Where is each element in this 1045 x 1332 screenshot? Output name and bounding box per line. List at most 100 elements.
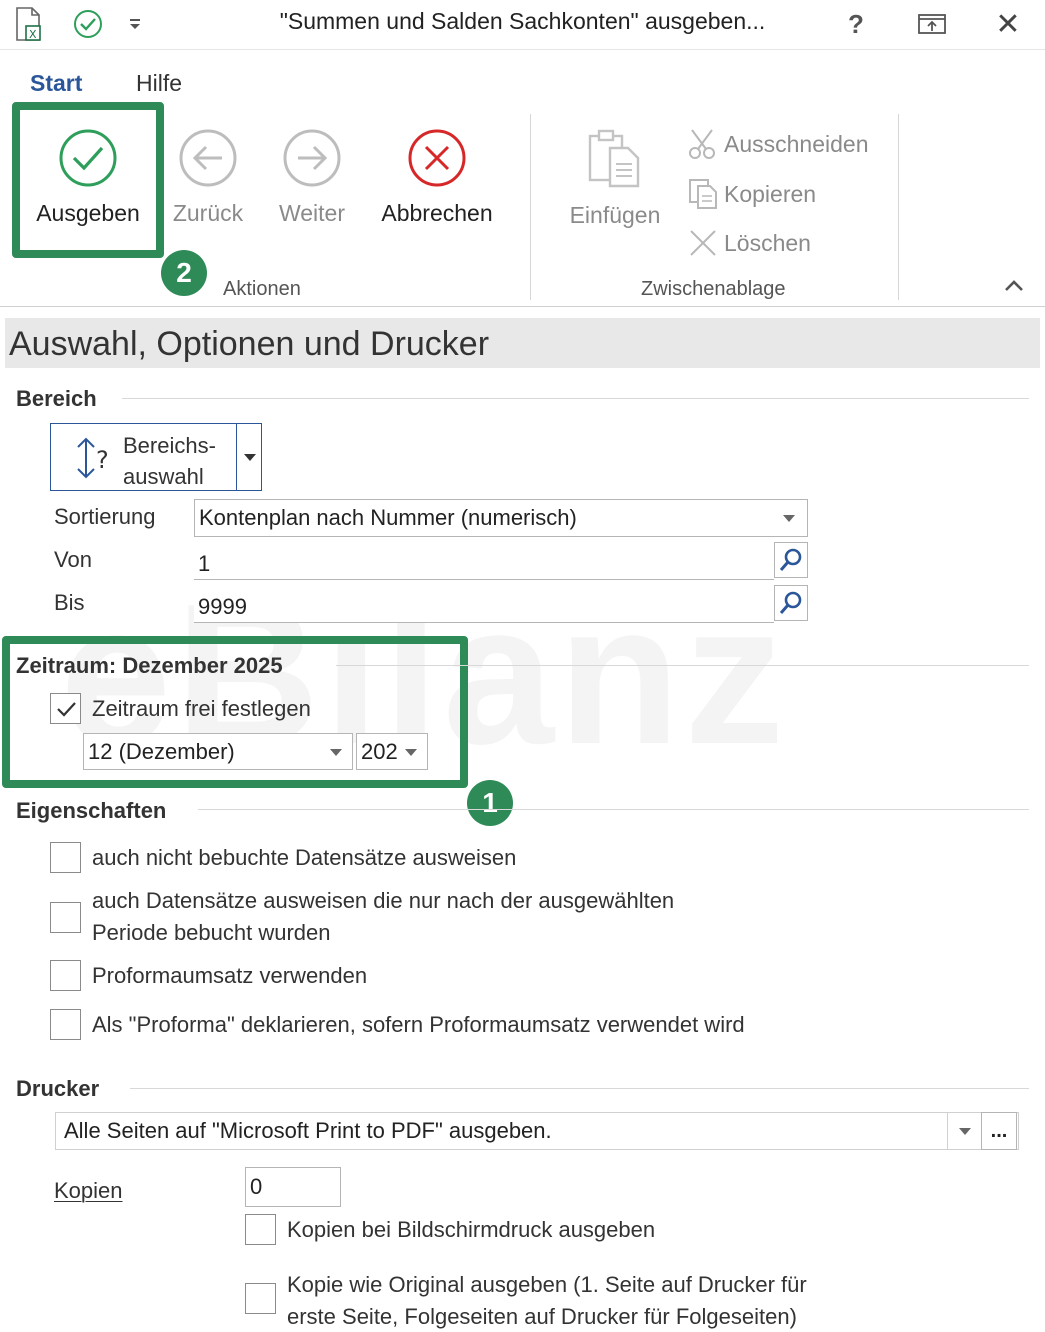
window-title: "Summen und Salden Sachkonten" ausgeben.…	[279, 8, 766, 34]
svg-text:?: ?	[96, 446, 109, 474]
abbrechen-button[interactable]: Abbrechen	[372, 128, 502, 227]
chevron-down-icon	[330, 749, 342, 756]
bis-label: Bis	[54, 590, 85, 615]
arrow-right-circle-icon	[283, 129, 341, 187]
chevron-down-icon	[405, 749, 417, 756]
group-title-eigenschaften: Eigenschaften	[16, 798, 167, 823]
search-icon	[779, 548, 802, 571]
month-select[interactable]: 12 (Dezember)	[83, 733, 353, 770]
weiter-button[interactable]: Weiter	[264, 128, 360, 227]
kopie-wie-original-label: Kopie wie Original ausgeben (1. Seite au…	[287, 1269, 807, 1332]
divider	[336, 665, 1029, 666]
range-question-icon: ?	[77, 437, 109, 479]
option-nach-periode-line1: auch Datensätze ausweisen die nur nach d…	[92, 888, 675, 913]
year-value: 202	[361, 738, 398, 764]
ausgeben-button[interactable]: Ausgeben	[24, 128, 152, 227]
step-badge-2: 2	[161, 250, 207, 296]
option-proforma-deklarieren-checkbox[interactable]	[50, 1009, 81, 1040]
einfuegen-button[interactable]: Einfügen	[560, 128, 670, 229]
ribbon-separator	[898, 114, 899, 300]
kopien-value: 0	[250, 1174, 263, 1199]
option-proformaumsatz-checkbox[interactable]	[50, 960, 81, 991]
printer-more-button[interactable]: ...	[981, 1112, 1017, 1150]
kopien-bildschirmdruck-checkbox[interactable]	[245, 1214, 276, 1245]
option-nach-periode-label: auch Datensätze ausweisen die nur nach d…	[92, 885, 674, 949]
chevron-down-icon	[958, 1127, 971, 1135]
help-button[interactable]: ?	[836, 4, 876, 44]
ausschneiden-button[interactable]: Ausschneiden	[688, 128, 869, 160]
month-value: 12 (Dezember)	[88, 738, 235, 764]
collapse-ribbon-icon[interactable]	[1002, 278, 1026, 299]
kopie-wie-original-line2: erste Seite, Folgeseiten auf Drucker für…	[287, 1304, 797, 1329]
close-button[interactable]: ✕	[988, 4, 1028, 44]
zurueck-label: Zurück	[172, 200, 244, 226]
von-search-button[interactable]	[774, 542, 808, 578]
arrow-left-circle-icon	[179, 129, 237, 187]
title-bar: X "Summen und Salden Sachkonten" ausgebe…	[0, 0, 1045, 50]
printer-value: Alle Seiten auf "Microsoft Print to PDF"…	[64, 1118, 552, 1143]
bereichsauswahl-dropdown[interactable]	[236, 424, 262, 490]
bereichsauswahl-label: Bereichs- auswahl	[123, 430, 216, 492]
kopie-wie-original-line1: Kopie wie Original ausgeben (1. Seite au…	[287, 1272, 807, 1297]
search-icon	[779, 591, 802, 614]
copy-icon	[689, 179, 717, 209]
tab-hilfe[interactable]: Hilfe	[136, 70, 182, 97]
zurueck-button[interactable]: Zurück	[160, 128, 256, 227]
von-value: 1	[198, 550, 211, 576]
ausgeben-label: Ausgeben	[36, 200, 140, 226]
printer-dropdown-button[interactable]	[947, 1112, 981, 1150]
option-nach-periode-checkbox[interactable]	[50, 902, 81, 933]
ausschneiden-label: Ausschneiden	[724, 130, 869, 157]
chevron-down-icon	[243, 453, 256, 461]
year-select[interactable]: 202	[356, 733, 428, 770]
zeitraum-frei-label: Zeitraum frei festlegen	[92, 696, 311, 721]
bis-input[interactable]: 9999	[194, 585, 774, 623]
kopien-input[interactable]: 0	[245, 1167, 341, 1207]
option-nicht-bebuchte-checkbox[interactable]	[50, 842, 81, 873]
chevron-down-icon	[783, 515, 795, 522]
ribbon-bottom-border	[0, 306, 1045, 307]
von-input[interactable]: 1	[194, 542, 774, 580]
kopieren-button[interactable]: Kopieren	[688, 178, 816, 210]
zeitraum-frei-checkbox[interactable]	[50, 693, 81, 724]
delete-x-icon	[690, 230, 716, 256]
printer-select[interactable]: Alle Seiten auf "Microsoft Print to PDF"…	[55, 1112, 1019, 1150]
bereichsauswahl-line1: Bereichs-	[123, 433, 216, 458]
option-nicht-bebuchte-label: auch nicht bebuchte Datensätze ausweisen	[92, 845, 517, 870]
loeschen-button[interactable]: Löschen	[688, 228, 811, 258]
group-label-zwischenablage: Zwischenablage	[641, 278, 786, 300]
option-nach-periode-line2: Periode bebucht wurden	[92, 920, 331, 945]
bereichsauswahl-line2: auswahl	[123, 464, 204, 489]
group-title-bereich: Bereich	[16, 386, 97, 411]
page-title: Auswahl, Optionen und Drucker	[5, 318, 1040, 368]
group-title-zeitraum: Zeitraum: Dezember 2025	[16, 653, 283, 678]
sortierung-value: Kontenplan nach Nummer (numerisch)	[199, 505, 577, 530]
von-label: Von	[54, 547, 92, 572]
paste-icon	[588, 129, 640, 188]
group-title-drucker: Drucker	[16, 1076, 100, 1101]
einfuegen-label: Einfügen	[569, 202, 661, 228]
bis-search-button[interactable]	[774, 585, 808, 621]
kopien-bildschirmdruck-label: Kopien bei Bildschirmdruck ausgeben	[287, 1217, 656, 1242]
check-circle-icon	[59, 129, 117, 187]
abbrechen-label: Abbrechen	[381, 200, 493, 226]
step-badge-1: 1	[467, 780, 513, 826]
divider	[198, 809, 1029, 810]
restore-window-icon[interactable]	[912, 4, 952, 44]
ribbon-separator	[530, 114, 531, 300]
scissors-icon	[689, 129, 715, 159]
tab-start[interactable]: Start	[30, 70, 82, 97]
sortierung-select[interactable]: Kontenplan nach Nummer (numerisch)	[194, 499, 808, 537]
divider	[122, 398, 1029, 399]
cancel-circle-icon	[408, 129, 466, 187]
kopieren-label: Kopieren	[724, 180, 817, 207]
bis-value: 9999	[198, 593, 247, 619]
weiter-label: Weiter	[278, 200, 346, 226]
kopie-wie-original-checkbox[interactable]	[245, 1283, 276, 1314]
bereichsauswahl-button[interactable]: ? Bereichs- auswahl	[50, 423, 262, 491]
divider	[130, 1088, 1029, 1089]
option-proformaumsatz-label: Proformaumsatz verwenden	[92, 963, 368, 988]
option-proforma-deklarieren-label: Als "Proforma" deklarieren, sofern Profo…	[92, 1012, 745, 1037]
loeschen-label: Löschen	[724, 229, 811, 256]
sortierung-label: Sortierung	[54, 504, 156, 529]
